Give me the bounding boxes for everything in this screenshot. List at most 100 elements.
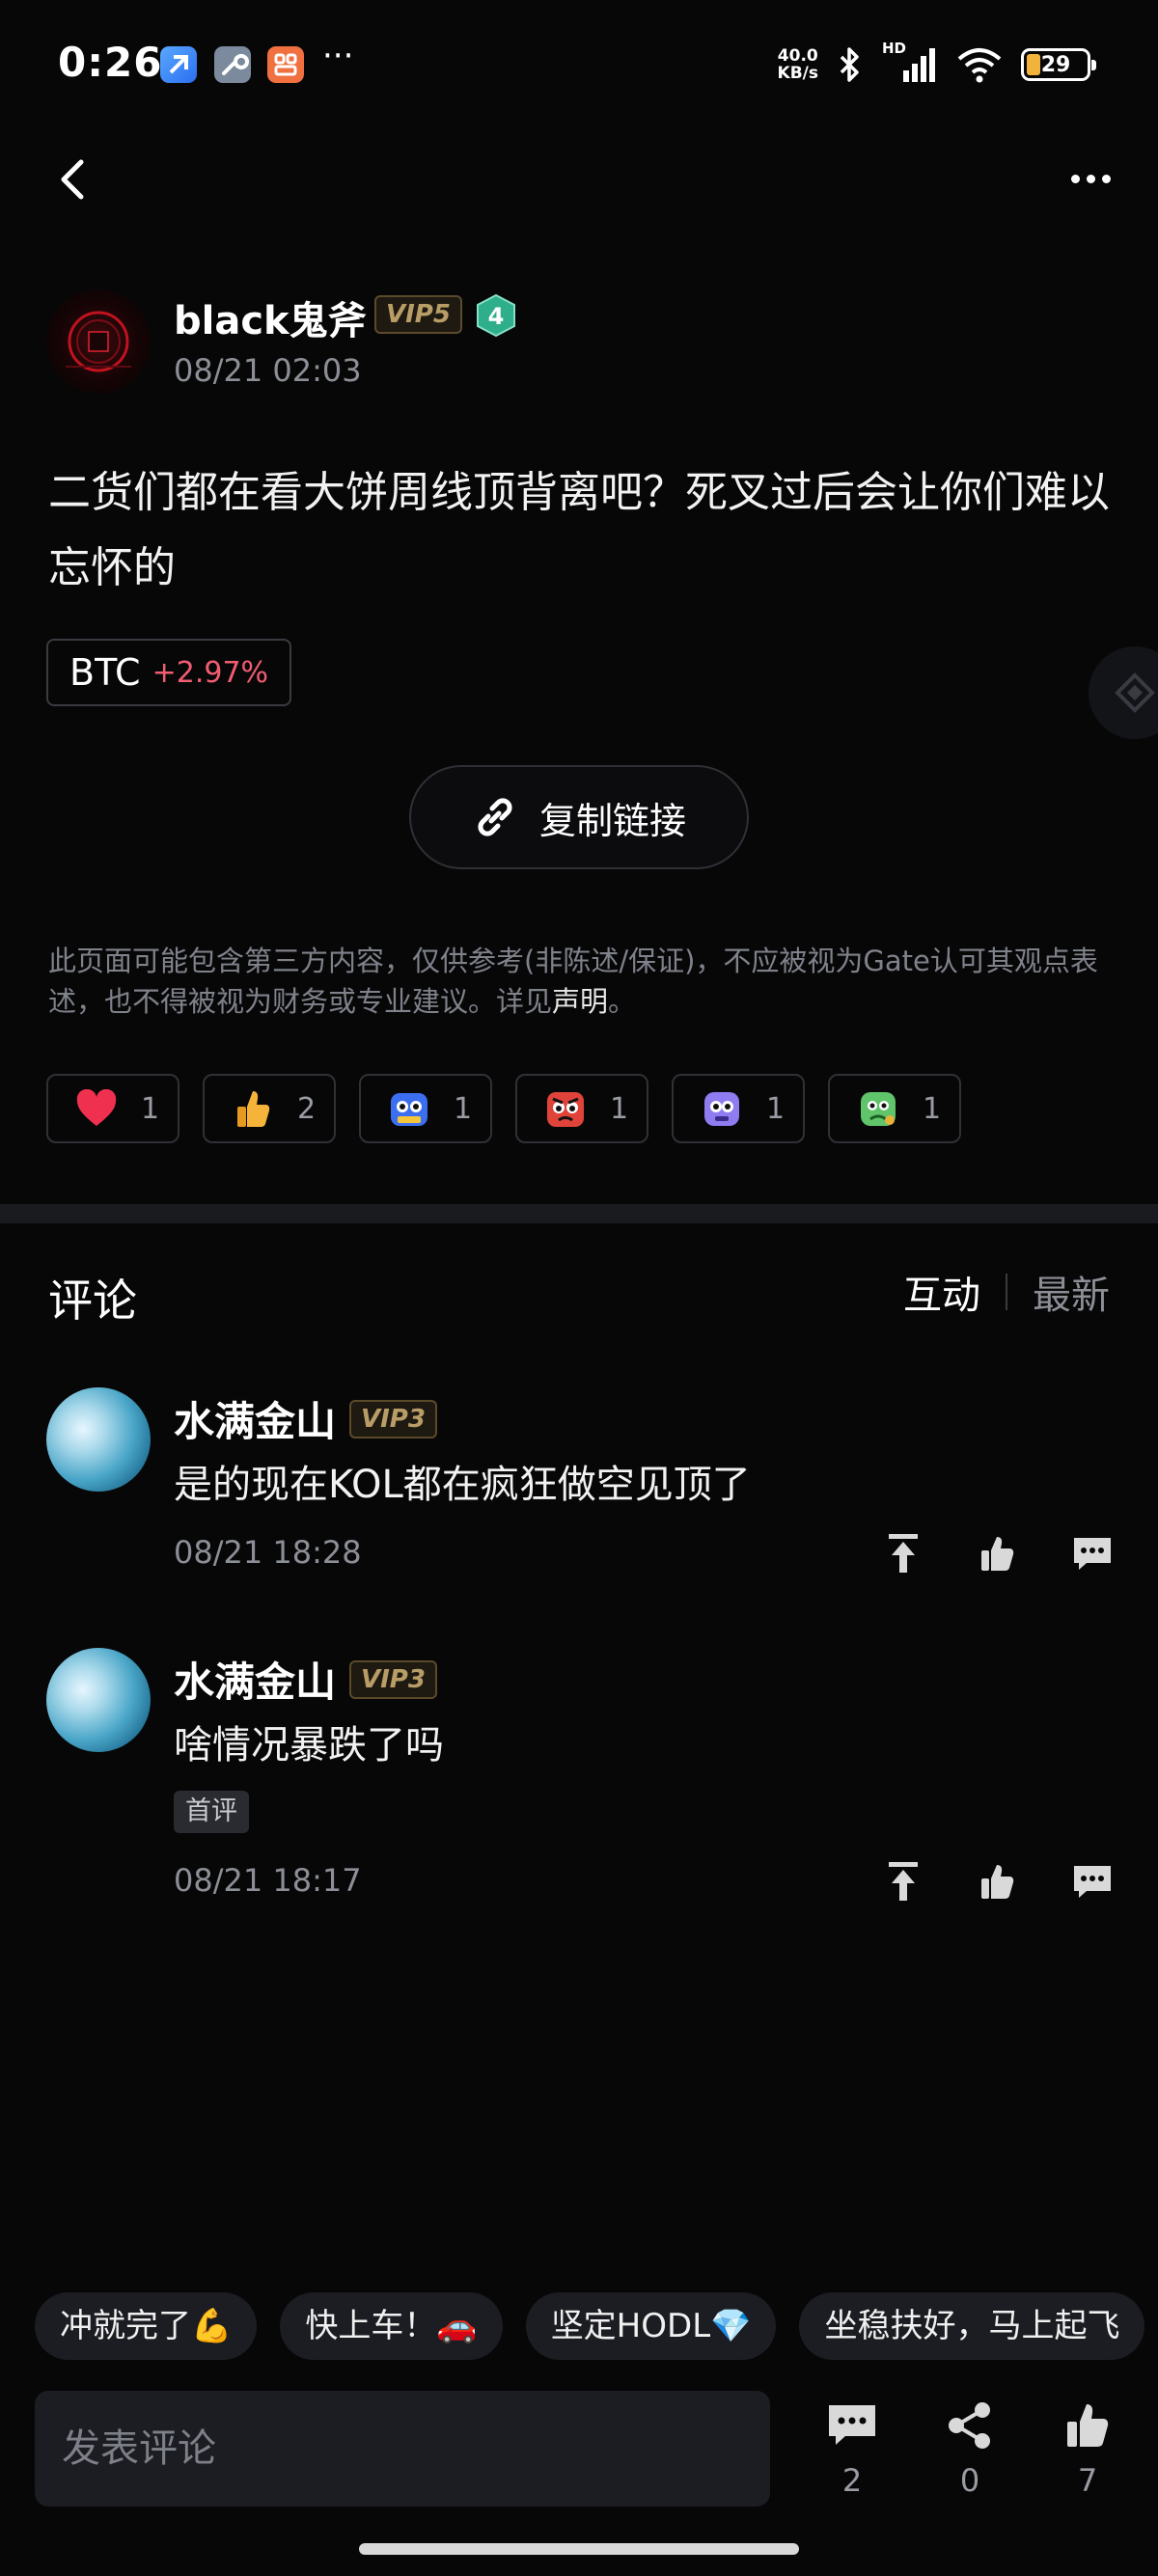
app-icon-blue <box>160 46 197 83</box>
quick-reply-chip[interactable]: 坚定HODL💎 <box>525 2292 777 2360</box>
purple-ghost-icon <box>701 1087 743 1130</box>
wrench-app-icon <box>214 46 251 83</box>
commenter-avatar[interactable] <box>46 1387 151 1492</box>
quick-replies: 冲就完了💪 快上车！🚗 坚定HODL💎 坐稳扶好，马上起飞 <box>35 2292 1145 2360</box>
net-speed-unit: KB/s <box>777 64 818 83</box>
back-button[interactable] <box>48 152 96 206</box>
reaction-thumbs-up[interactable]: 2 <box>203 1074 336 1143</box>
commenter-name-row: 水满金山 VIP3 <box>174 1650 437 1709</box>
reply-icon[interactable] <box>1071 1860 1114 1903</box>
reply-icon[interactable] <box>1071 1532 1114 1575</box>
copy-link-button[interactable]: 复制链接 <box>409 765 749 869</box>
reaction-count: 1 <box>454 1091 473 1126</box>
green-sick-icon <box>857 1087 899 1130</box>
post-date: 08/21 02:03 <box>174 352 362 389</box>
thumbs-up-icon <box>1059 2398 1117 2453</box>
quick-reply-chip[interactable]: 快上车！🚗 <box>280 2292 503 2360</box>
chevron-left-icon <box>61 159 84 200</box>
comment-date: 08/21 18:17 <box>174 1862 362 1899</box>
pin-top-icon[interactable] <box>882 1532 924 1575</box>
author-vip-badge: VIP5 <box>374 295 462 334</box>
quick-reply-chip[interactable]: 坐稳扶好，马上起飞 <box>799 2292 1145 2360</box>
commenter-vip-badge: VIP3 <box>349 1399 437 1439</box>
heart-icon <box>75 1087 118 1130</box>
diamond-logo-icon <box>1115 672 1155 713</box>
comment-text: 啥情况暴跌了吗 <box>174 1723 444 1768</box>
battery-level: 29 <box>1040 52 1071 77</box>
level-badge-icon: 4 <box>477 293 515 338</box>
comment-input[interactable]: 发表评论 <box>35 2391 770 2507</box>
hodl-robot-icon <box>388 1087 430 1130</box>
comment-date: 08/21 18:28 <box>174 1534 362 1571</box>
commenter-name[interactable]: 水满金山 <box>174 1389 336 1448</box>
more-options-button[interactable] <box>1062 154 1119 203</box>
author-name[interactable]: black鬼斧 <box>174 289 367 345</box>
coin-name: BTC <box>69 651 141 694</box>
post-body: 二货们都在看大饼周线顶背离吧？死叉过后会让你们难以忘怀的 <box>48 468 1110 592</box>
orange-app-icon <box>267 46 304 83</box>
commenter-name[interactable]: 水满金山 <box>174 1650 336 1709</box>
net-speed: 40.0 KB/s <box>778 47 818 82</box>
status-bar: 0:26 ··· 40.0 KB/s HD 29 <box>0 0 1158 130</box>
home-indicator[interactable] <box>359 2543 799 2555</box>
level-number: 4 <box>488 303 505 330</box>
reaction-heart[interactable]: 1 <box>46 1074 179 1143</box>
commenter-vip-badge: VIP3 <box>349 1659 437 1699</box>
wifi-icon <box>957 48 1002 83</box>
coin-tag-button[interactable]: BTC +2.97% <box>46 639 292 706</box>
copy-link-label: 复制链接 <box>538 799 686 842</box>
reaction-count: 2 <box>297 1091 317 1126</box>
like-post-button[interactable]: 7 <box>1056 2398 1119 2499</box>
commenter-name-row: 水满金山 VIP3 <box>174 1389 437 1448</box>
author-avatar[interactable] <box>46 289 151 394</box>
disclaimer-end: 。 <box>608 985 637 1018</box>
more-notifications-icon: ··· <box>322 37 354 75</box>
commenter-avatar[interactable] <box>46 1648 151 1752</box>
link-icon <box>478 798 512 836</box>
reaction-sick[interactable]: 1 <box>828 1074 961 1143</box>
share-button[interactable]: 0 <box>938 2398 1002 2499</box>
like-icon[interactable] <box>977 1532 1019 1575</box>
more-dots-icon <box>1070 174 1080 183</box>
status-right-group: 40.0 KB/s HD 29 <box>778 40 1096 87</box>
quick-reply-chip[interactable]: 冲就完了💪 <box>35 2292 258 2360</box>
comment-item: 水满金山 VIP3 啥情况暴跌了吗 首评 08/21 18:17 <box>0 1640 1158 1910</box>
share-icon <box>941 2398 999 2453</box>
disclaimer: 此页面可能包含第三方内容，仅供参考(非陈述/保证)，不应被视为Gate认可其观点… <box>48 941 1119 1022</box>
comments-title: 评论 <box>48 1274 137 1327</box>
reaction-hodl[interactable]: 1 <box>359 1074 492 1143</box>
disclaimer-link[interactable]: 声明 <box>552 985 608 1018</box>
comment-sort-tabs: 互动 最新 <box>903 1264 1110 1320</box>
reactions-bar: 1 2 1 1 1 1 <box>46 1074 961 1143</box>
comment-text: 是的现在KOL都在疯狂做空见顶了 <box>174 1463 751 1507</box>
section-divider <box>0 1204 1158 1223</box>
tab-interactive[interactable]: 互动 <box>903 1264 980 1320</box>
coin-change: +2.97% <box>152 655 269 690</box>
comment-icon <box>823 2398 881 2453</box>
reaction-ghost[interactable]: 1 <box>672 1074 805 1143</box>
floating-exchange-button[interactable] <box>1089 646 1158 739</box>
shares-count: 0 <box>959 2462 980 2499</box>
net-speed-value: 40.0 <box>777 46 818 66</box>
battery-icon: 29 <box>1021 48 1096 81</box>
tab-latest[interactable]: 最新 <box>1033 1264 1110 1320</box>
bluetooth-icon <box>840 47 859 82</box>
pin-top-icon[interactable] <box>882 1860 924 1903</box>
reaction-angry[interactable]: 1 <box>515 1074 648 1143</box>
comment-item: 水满金山 VIP3 是的现在KOL都在疯狂做空见顶了 08/21 18:28 <box>0 1380 1158 1592</box>
signal-icon: HD <box>882 40 938 84</box>
dot <box>1086 174 1095 183</box>
reaction-count: 1 <box>141 1091 160 1126</box>
tab-separator <box>1006 1274 1007 1310</box>
comments-count-button[interactable]: 2 <box>820 2398 884 2499</box>
bottom-stats: 2 0 7 <box>820 2398 1119 2499</box>
comment-actions <box>882 1860 1114 1903</box>
comments-count: 2 <box>841 2462 863 2499</box>
status-time: 0:26 <box>58 39 163 86</box>
hd-label: HD <box>882 40 907 57</box>
first-comment-tag: 首评 <box>174 1791 249 1833</box>
reaction-count: 1 <box>610 1091 629 1126</box>
top-nav <box>0 135 1158 222</box>
like-icon[interactable] <box>977 1860 1019 1903</box>
dot <box>1101 174 1111 183</box>
